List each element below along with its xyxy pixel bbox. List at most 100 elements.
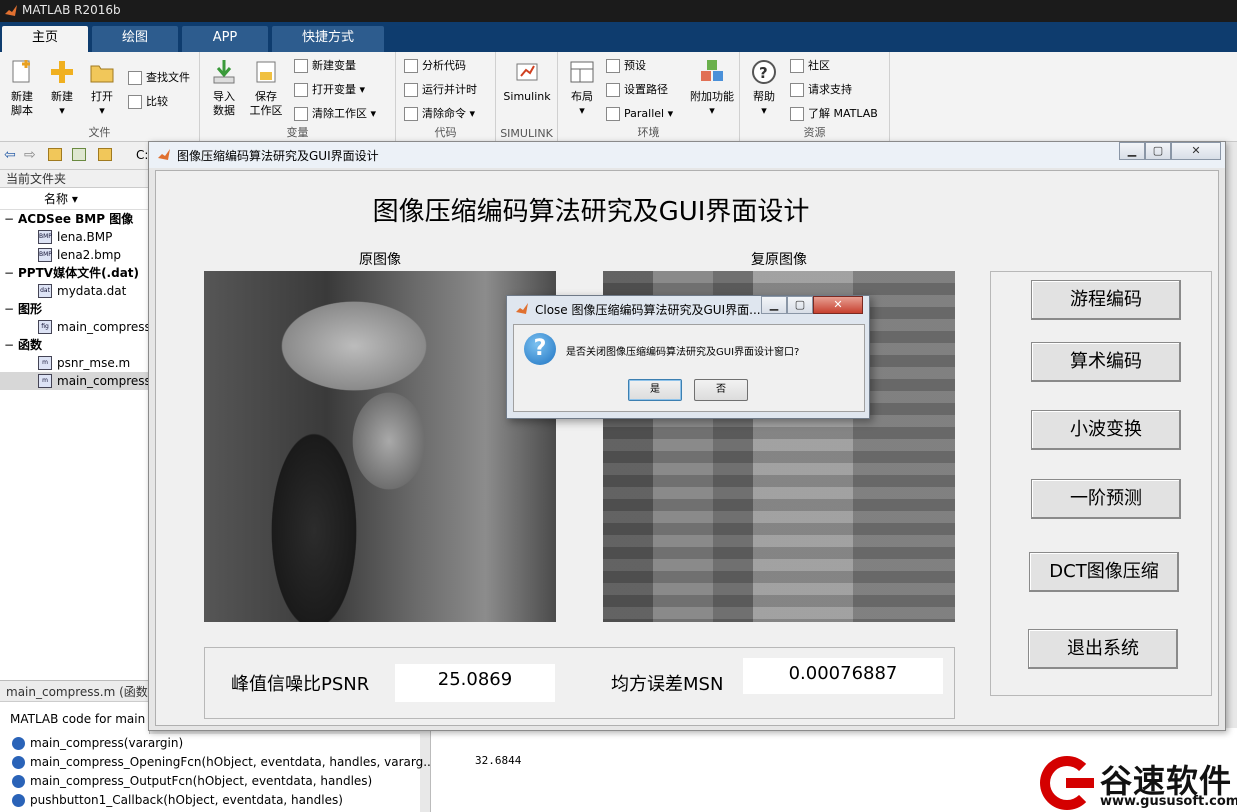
new-script-button[interactable]: 新建 脚本 — [0, 58, 44, 118]
new-script-label: 新建 脚本 — [11, 90, 33, 117]
set-path-label: 设置路径 — [624, 83, 668, 96]
file-item[interactable]: dat mydata.dat — [0, 282, 149, 300]
app-title: MATLAB R2016b — [22, 3, 121, 17]
open-variable-icon — [294, 83, 308, 97]
list-item[interactable]: pushbutton1_Callback(hObject, eventdata,… — [0, 791, 420, 810]
open-variable-button[interactable]: 打开变量 ▾ — [294, 80, 365, 100]
analyze-code-label: 分析代码 — [422, 59, 466, 72]
tab-plots[interactable]: 绘图 — [92, 26, 178, 52]
m-file-icon: m — [38, 374, 52, 388]
community-button[interactable]: 社区 — [790, 56, 830, 76]
path-field[interactable]: C: — [136, 148, 148, 162]
name-column-label: 名称 — [44, 192, 69, 206]
group-acdsee-bmp[interactable]: ACDSee BMP 图像 — [0, 210, 149, 228]
learn-matlab-label: 了解 MATLAB — [808, 107, 878, 120]
request-support-button[interactable]: 请求支持 — [790, 80, 852, 100]
psnr-value-field[interactable]: 25.0869 — [395, 664, 555, 702]
chevron-down-icon: ▾ — [709, 104, 715, 117]
up-folder-icon[interactable] — [48, 148, 62, 161]
brand-logo-bar — [1066, 778, 1094, 788]
file-item[interactable]: fig main_compress — [0, 318, 149, 336]
clear-workspace-icon — [294, 107, 308, 121]
new-variable-button[interactable]: 新建变量 — [294, 56, 356, 76]
wavelet-transform-button[interactable]: 小波变换 — [1031, 410, 1181, 450]
import-data-button[interactable]: 导入 数据 — [202, 58, 246, 118]
save-workspace-button[interactable]: 保存 工作区 — [244, 58, 288, 118]
group-pptv-dat[interactable]: PPTV媒体文件(.dat) — [0, 264, 149, 282]
first-order-prediction-button[interactable]: 一阶预测 — [1031, 479, 1181, 519]
file-item[interactable]: m psnr_mse.m — [0, 354, 149, 372]
ribbon-group-code: 分析代码 运行并计时 清除命令 ▾ 代码 — [396, 52, 496, 142]
community-icon — [790, 59, 804, 73]
original-image — [204, 271, 556, 622]
dialog-message: 是否关闭图像压缩编码算法研究及GUI界面设计窗口? — [566, 347, 800, 358]
preferences-label: 预设 — [624, 59, 646, 72]
mse-value-field[interactable]: 0.00076887 — [743, 658, 943, 694]
chevron-down-icon: ▾ — [59, 104, 65, 117]
file-name: lena.BMP — [57, 230, 113, 244]
arithmetic-coding-button[interactable]: 算术编码 — [1031, 342, 1181, 382]
dialog-close-button[interactable]: ✕ — [813, 296, 863, 314]
list-item[interactable]: main_compress(varargin) — [0, 734, 420, 753]
run-and-time-button[interactable]: 运行并计时 — [404, 80, 477, 100]
name-column-header[interactable]: 名称 ▾ — [0, 188, 149, 210]
tab-shortcuts[interactable]: 快捷方式 — [272, 26, 384, 52]
browse-folder-icon[interactable] — [72, 148, 86, 161]
save-workspace-label: 保存 工作区 — [249, 90, 283, 117]
close-window-button[interactable]: ✕ — [1171, 142, 1221, 160]
new-plus-icon — [48, 58, 76, 86]
parallel-button[interactable]: Parallel ▾ — [606, 104, 673, 124]
preferences-button[interactable]: 预设 — [606, 56, 646, 76]
forward-arrow-icon[interactable]: ⇨ — [24, 147, 36, 163]
chevron-down-icon: ▾ — [761, 104, 767, 117]
no-button[interactable]: 否 — [694, 379, 748, 401]
function-icon — [12, 756, 25, 769]
compare-button[interactable]: 比较 — [128, 92, 168, 112]
back-arrow-icon[interactable]: ⇦ — [4, 147, 16, 163]
psnr-label: 峰值信噪比PSNR — [231, 674, 370, 695]
tab-apps[interactable]: APP — [182, 26, 268, 52]
minimize-button[interactable]: ▁ — [1119, 142, 1145, 160]
simulink-button[interactable]: Simulink — [502, 58, 552, 104]
layout-button[interactable]: 布局 ▾ — [560, 58, 604, 118]
learn-matlab-button[interactable]: 了解 MATLAB — [790, 104, 878, 124]
list-item[interactable]: main_compress_OpeningFcn(hObject, eventd… — [0, 753, 435, 772]
help-button[interactable]: ? 帮助 ▾ — [742, 58, 786, 118]
clear-workspace-button[interactable]: 清除工作区 ▾ — [294, 104, 376, 124]
dialog-body: ? 是否关闭图像压缩编码算法研究及GUI界面设计窗口? 是 否 — [513, 324, 865, 412]
file-item-selected[interactable]: m main_compress — [0, 372, 149, 390]
dct-compression-button[interactable]: DCT图像压缩 — [1029, 552, 1179, 592]
fig-file-icon: fig — [38, 320, 52, 334]
exit-system-button[interactable]: 退出系统 — [1028, 629, 1178, 669]
open-variable-label: 打开变量 — [312, 83, 356, 96]
group-functions[interactable]: 函数 — [0, 336, 149, 354]
file-item[interactable]: BMP lena.BMP — [0, 228, 149, 246]
tab-home[interactable]: 主页 — [2, 26, 88, 52]
list-item[interactable]: main_compress_OutputFcn(hObject, eventda… — [0, 772, 420, 791]
new-variable-icon — [294, 59, 308, 73]
run-and-time-icon — [404, 83, 418, 97]
file-name: main_compress — [57, 374, 150, 388]
brand-url: www.gususoft.com — [1100, 794, 1237, 809]
addons-button[interactable]: 附加功能 ▾ — [686, 58, 738, 118]
open-button[interactable]: 打开 ▾ — [80, 58, 124, 118]
group-label-resources: 资源 — [803, 126, 826, 139]
find-files-label: 查找文件 — [146, 71, 190, 84]
simulink-label: Simulink — [503, 90, 551, 103]
learn-matlab-icon — [790, 107, 804, 121]
new-button[interactable]: 新建 ▾ — [40, 58, 84, 118]
simulink-icon — [513, 58, 541, 86]
support-icon — [790, 83, 804, 97]
analyze-code-button[interactable]: 分析代码 — [404, 56, 466, 76]
dialog-maximize-button[interactable]: ▢ — [787, 296, 813, 314]
file-item[interactable]: BMP lena2.bmp — [0, 246, 149, 264]
group-figures[interactable]: 图形 — [0, 300, 149, 318]
run-length-coding-button[interactable]: 游程编码 — [1031, 280, 1181, 320]
maximize-button[interactable]: ▢ — [1145, 142, 1171, 160]
find-files-button[interactable]: 查找文件 — [128, 68, 190, 88]
clear-commands-button[interactable]: 清除命令 ▾ — [404, 104, 475, 124]
dialog-minimize-button[interactable]: ▁ — [761, 296, 787, 314]
address-bar: ⇦ ⇨ C: — [0, 142, 150, 170]
yes-button[interactable]: 是 — [628, 379, 682, 401]
set-path-button[interactable]: 设置路径 — [606, 80, 668, 100]
